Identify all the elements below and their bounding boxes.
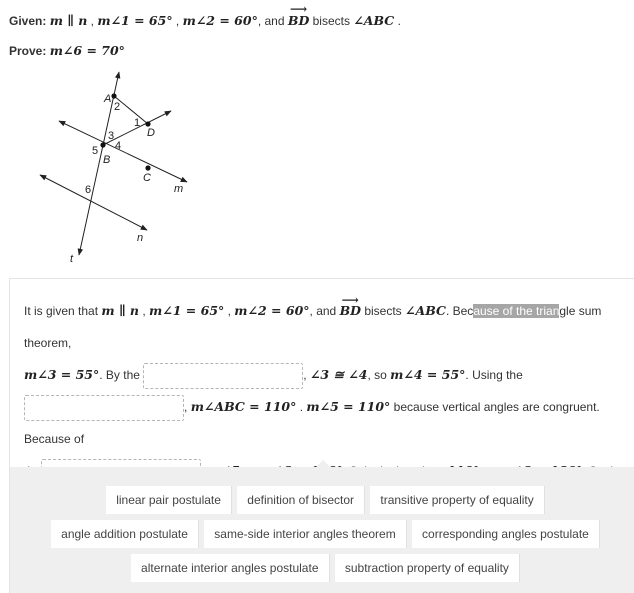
given-angle-abc: ∠ABC — [353, 13, 395, 28]
answer-chip-same-side-interior[interactable]: same-side interior angles theorem — [204, 520, 407, 548]
line-t — [77, 71, 121, 256]
angle-label-1: 1 — [134, 117, 140, 129]
proof-ray-bd: BD — [340, 284, 362, 327]
proof-text: . Using the — [465, 368, 523, 382]
label-a: A — [103, 93, 111, 105]
angle-label-4: 4 — [115, 140, 121, 152]
answer-chips: linear pair postulate definition of bise… — [48, 483, 603, 585]
proof-math: m∠4 = 55° — [390, 367, 466, 382]
given-statement: Given: m ∥ n , m∠1 = 65° , m∠2 = 60°, an… — [9, 2, 401, 28]
proof-text: . Bec — [445, 304, 474, 318]
given-bisects: bisects — [312, 14, 350, 28]
angle-label-5: 5 — [92, 145, 98, 157]
answer-chip-alternate-interior[interactable]: alternate interior angles postulate — [131, 554, 330, 582]
answer-blank-2[interactable] — [24, 394, 184, 421]
label-c: C — [143, 172, 151, 184]
geometry-diagram: A D B C m n t 1 2 3 4 5 6 — [39, 71, 188, 265]
proof-math: ∠ABC — [405, 303, 446, 318]
proof-math: m∠5 = 110° — [306, 399, 391, 414]
proof-text: , and — [309, 304, 337, 318]
prove-label: Prove: — [9, 44, 47, 58]
proof-text: . By the — [99, 368, 140, 382]
label-n: n — [137, 232, 143, 244]
label-t: t — [70, 253, 74, 265]
proof-text: , — [303, 368, 307, 382]
proof-math: m∠3 = 55° — [24, 367, 100, 382]
proof-text: It is given that — [24, 304, 99, 318]
answer-chip-corresponding-angles[interactable]: corresponding angles postulate — [412, 520, 600, 548]
given-angle2: m∠2 = 60° — [182, 13, 258, 28]
given-ray-bd: BD — [288, 2, 310, 28]
proof-math: m ∥ n — [101, 303, 140, 318]
given-parallel: m ∥ n — [49, 13, 88, 28]
proof-text: , — [184, 400, 188, 414]
line-m — [58, 120, 188, 183]
answer-bank: linear pair postulate definition of bise… — [10, 460, 634, 593]
prove-goal: m∠6 = 70° — [49, 43, 125, 58]
label-d: D — [147, 127, 155, 139]
proof-math: m∠ABC = 110° — [190, 399, 297, 414]
given-period: . — [397, 14, 401, 28]
proof-math: m∠2 = 60° — [234, 303, 310, 318]
proof-text: bisects — [364, 304, 402, 318]
angle-label-2: 2 — [114, 101, 120, 113]
proof-panel: It is given that m ∥ n , m∠1 = 65° , m∠2… — [9, 278, 634, 593]
proof-math: ∠3 ≅ ∠4 — [309, 367, 368, 382]
angle-label-6: 6 — [85, 184, 91, 196]
answer-chip-angle-addition-postulate[interactable]: angle addition postulate — [51, 520, 199, 548]
point-b — [100, 142, 106, 148]
point-c — [145, 165, 151, 171]
point-a — [111, 93, 117, 99]
answer-chip-subtraction-property[interactable]: subtraction property of equality — [334, 554, 520, 582]
proof-math: m∠1 = 65° — [149, 303, 225, 318]
prove-statement: Prove: m∠6 = 70° — [9, 43, 125, 58]
label-b: B — [103, 154, 110, 166]
answer-blank-1[interactable] — [143, 362, 304, 389]
point-d — [145, 121, 151, 127]
answer-chip-transitive-property[interactable]: transitive property of equality — [370, 486, 545, 514]
proof-text: , so — [367, 368, 387, 382]
answer-chip-definition-of-bisector[interactable]: definition of bisector — [237, 486, 366, 514]
label-m: m — [174, 183, 183, 195]
answer-bank-pointer — [316, 460, 330, 467]
given-label: Given: — [9, 14, 47, 28]
line-n — [39, 174, 148, 231]
given-and: , and — [257, 14, 285, 28]
answer-chip-linear-pair-postulate[interactable]: linear pair postulate — [106, 486, 232, 514]
angle-label-3: 3 — [108, 130, 114, 142]
given-angle1: m∠1 = 65° — [97, 13, 173, 28]
selected-text[interactable]: ause of the trian — [473, 304, 560, 318]
